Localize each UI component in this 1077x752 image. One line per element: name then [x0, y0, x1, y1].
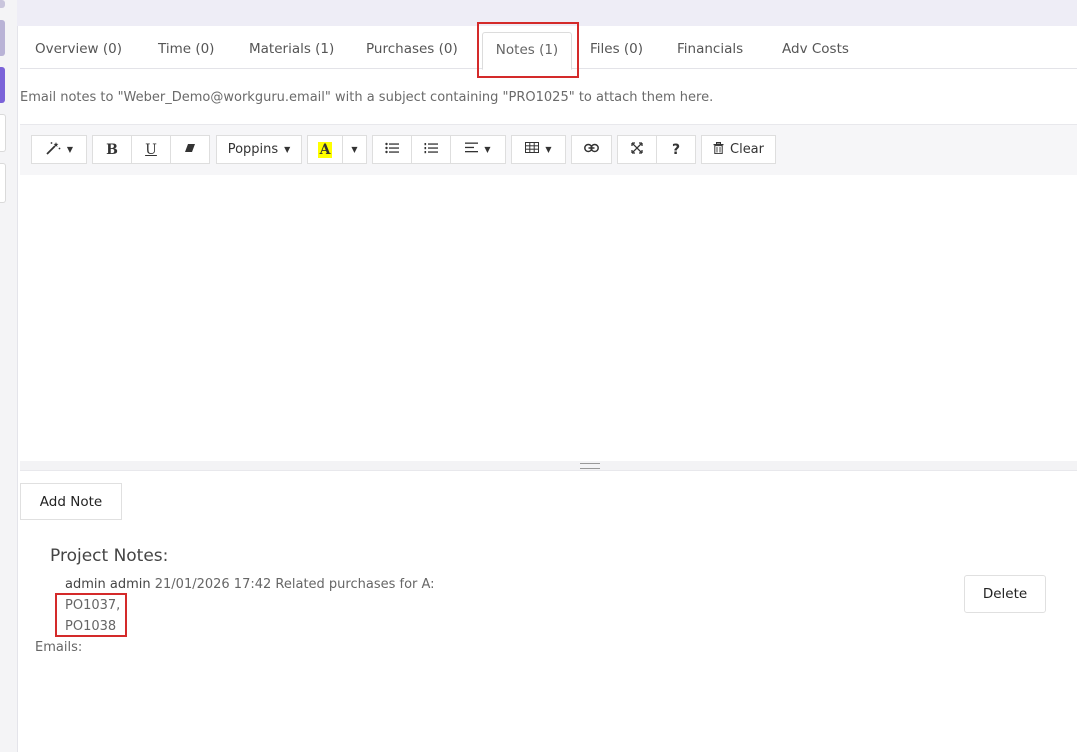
emails-label: Emails:	[35, 640, 83, 655]
table-icon	[525, 142, 540, 157]
paragraph-align-dropdown[interactable]: ▼	[450, 135, 506, 164]
sidebar-item-marker[interactable]	[0, 163, 6, 203]
editor-resize-handle[interactable]	[20, 461, 1077, 470]
bold-button[interactable]: B	[92, 135, 132, 164]
table-dropdown[interactable]: ▼	[511, 135, 566, 164]
link-icon	[584, 142, 599, 157]
editor-toolbar: ▼ B U Poppins ▼ A ▼ ▼ ▼ ? Clear	[20, 125, 1077, 175]
note-purchase-ref: PO1037,	[65, 598, 121, 613]
note-text: Related purchases for A:	[275, 577, 435, 592]
chevron-down-icon: ▼	[545, 145, 552, 154]
note-text-area[interactable]	[20, 175, 1077, 460]
font-family-dropdown[interactable]: Poppins ▼	[216, 135, 302, 164]
tab-materials[interactable]: Materials (1)	[249, 31, 334, 68]
note-author: admin admin	[65, 577, 151, 592]
add-note-button[interactable]: Add Note	[20, 483, 122, 520]
sidebar-item-marker[interactable]	[0, 114, 6, 152]
highlight-color-button[interactable]: A	[307, 135, 343, 164]
tab-notes[interactable]: Notes (1)	[482, 32, 572, 70]
chevron-down-icon: ▼	[351, 145, 358, 154]
unordered-list-button[interactable]	[372, 135, 412, 164]
highlight-letter: A	[317, 141, 333, 158]
ordered-list-button[interactable]	[411, 135, 451, 164]
fullscreen-icon	[631, 141, 643, 158]
magic-wand-icon	[45, 141, 61, 159]
align-icon	[465, 142, 479, 157]
tab-time[interactable]: Time (0)	[158, 31, 214, 68]
insert-link-button[interactable]	[571, 135, 612, 164]
note-timestamp: 21/01/2026 17:42	[154, 577, 272, 592]
ordered-list-icon	[424, 142, 438, 158]
underline-button[interactable]: U	[131, 135, 171, 164]
tab-files[interactable]: Files (0)	[590, 31, 643, 68]
chevron-down-icon: ▼	[284, 145, 291, 154]
clear-button-label: Clear	[730, 142, 764, 157]
chevron-down-icon: ▼	[484, 145, 491, 154]
email-notes-hint: Email notes to "Weber_Demo@workguru.emai…	[20, 90, 714, 105]
trash-icon	[713, 141, 724, 158]
tab-purchases[interactable]: Purchases (0)	[366, 31, 458, 68]
tab-overview[interactable]: Overview (0)	[35, 31, 122, 68]
eraser-icon	[184, 142, 196, 157]
fullscreen-button[interactable]	[617, 135, 657, 164]
help-button[interactable]: ?	[656, 135, 696, 164]
sidebar-item-marker[interactable]	[0, 0, 5, 8]
note-purchase-ref: PO1038	[65, 619, 117, 634]
highlight-color-dropdown[interactable]: ▼	[342, 135, 367, 164]
note-header: admin admin 21/01/2026 17:42 Related pur…	[65, 577, 435, 592]
style-dropdown-button[interactable]: ▼	[31, 135, 87, 164]
sidebar-item-marker-active[interactable]	[0, 67, 5, 103]
left-sidebar-strip	[0, 0, 18, 752]
unordered-list-icon	[385, 142, 399, 158]
eraser-button[interactable]	[170, 135, 210, 164]
clear-button[interactable]: Clear	[701, 135, 776, 164]
font-family-label: Poppins	[227, 142, 279, 157]
header-band	[17, 0, 1077, 26]
project-notes-title: Project Notes:	[50, 546, 169, 566]
delete-note-button[interactable]: Delete	[964, 575, 1046, 613]
note-editor: ▼ B U Poppins ▼ A ▼ ▼ ▼ ? Clear	[20, 124, 1077, 471]
grip-icon	[580, 463, 600, 469]
project-tabs: Overview (0) Time (0) Materials (1) Purc…	[20, 31, 1077, 70]
tab-adv-costs[interactable]: Adv Costs	[782, 31, 849, 68]
chevron-down-icon: ▼	[66, 145, 74, 154]
tab-financials[interactable]: Financials	[677, 31, 743, 68]
sidebar-item-marker[interactable]	[0, 20, 5, 56]
